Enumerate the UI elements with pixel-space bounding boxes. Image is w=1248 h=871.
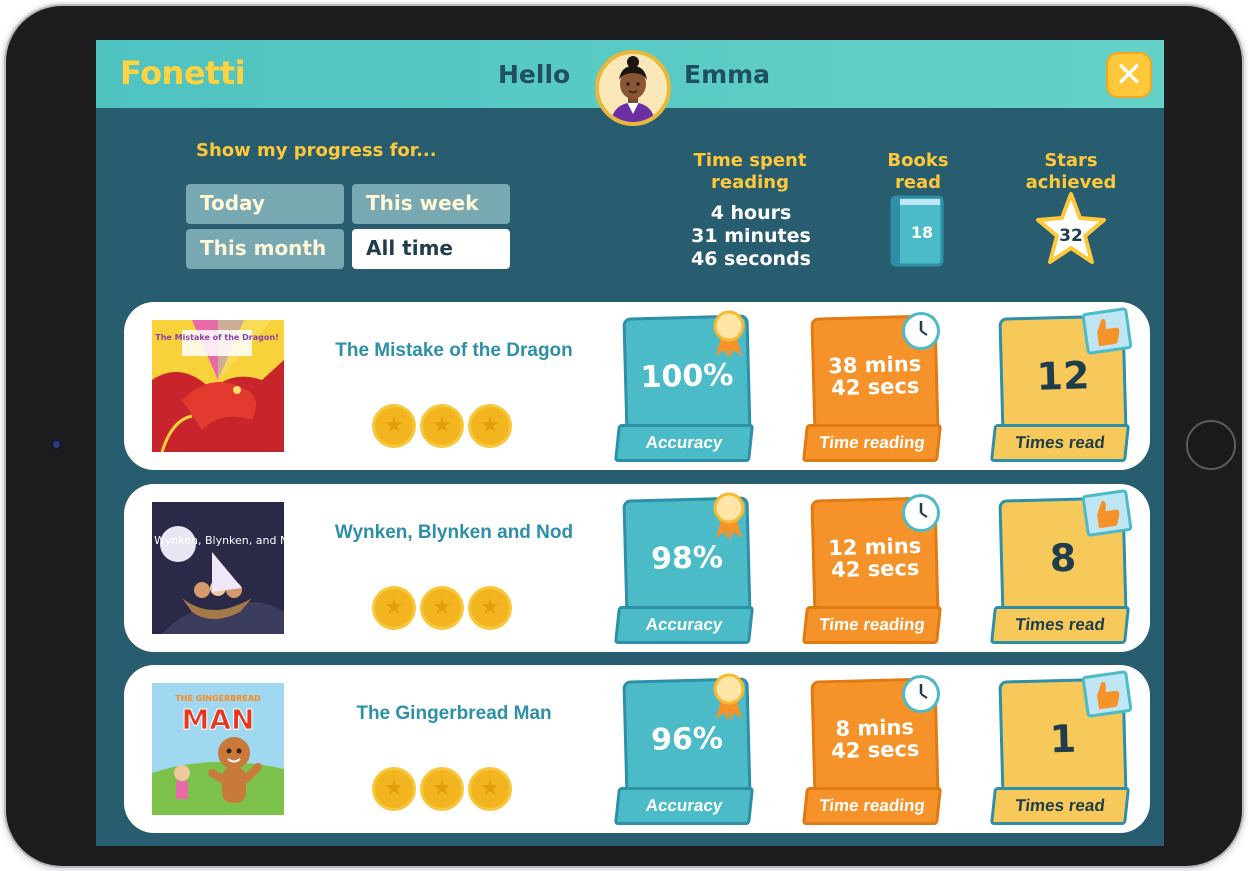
star-coin-icon: ★: [468, 404, 512, 448]
time-reading-label: Time reading: [802, 424, 942, 462]
times-read-label: Times read: [990, 424, 1130, 462]
greeting-text: Hello: [498, 60, 571, 89]
book-title: The Gingerbread Man: [356, 703, 552, 724]
time-secs: 42 secs: [830, 736, 920, 764]
star-coin-icon: ★: [372, 404, 416, 448]
book-cover-dragon: The Mistake of the Dragon!: [152, 320, 284, 452]
close-button[interactable]: ✕: [1106, 52, 1152, 98]
accuracy-label: Accuracy: [614, 606, 754, 644]
times-read-tile: 8 Times read: [990, 489, 1133, 648]
time-reading-tile: 38 mins 42 secs Time reading: [802, 312, 942, 466]
clock-icon: [902, 312, 940, 350]
app-logo: Fonetti: [120, 54, 246, 92]
times-read-tile: 12 Times read: [990, 307, 1133, 466]
filter-this-month-button[interactable]: This month: [186, 229, 344, 269]
book-title: The Mistake of the Dragon: [335, 340, 573, 361]
times-read-tile: 1 Times read: [990, 670, 1133, 829]
app-screen: Fonetti Hello Emma ✕ Show my progress fo…: [96, 40, 1164, 846]
accuracy-label: Accuracy: [614, 787, 754, 825]
time-secs: 42 secs: [830, 555, 920, 583]
book-card[interactable]: Wynken, Blynken, and Nod Wynken, Blynken…: [124, 484, 1150, 652]
star-coin-icon: ★: [420, 404, 464, 448]
book-cover-gingerbread: THE GINGERBREAD MAN: [152, 683, 284, 815]
thumbs-up-icon: [1081, 489, 1133, 537]
gingerbread-cover-subtitle: THE GINGERBREAD: [175, 694, 261, 703]
book-card[interactable]: The Mistake of the Dragon! The Mistake o…: [124, 302, 1150, 470]
time-hours: 4 hours: [710, 202, 792, 224]
thumbs-up-icon: [1081, 307, 1133, 355]
times-read-label: Times read: [990, 606, 1130, 644]
ribbon-icon: [713, 673, 745, 721]
time-minutes: 31 minutes: [691, 225, 811, 247]
accuracy-tile: 98% Accuracy: [614, 492, 754, 648]
star-coin-icon: ★: [468, 586, 512, 630]
wynken-cover-title: Wynken, Blynken, and Nod: [154, 534, 284, 547]
book-card[interactable]: THE GINGERBREAD MAN The Gingerbread Man …: [124, 665, 1150, 833]
star-coin-icon: ★: [468, 767, 512, 811]
stars-achieved-count: 32: [1059, 226, 1083, 246]
time-reading-label: Time reading: [802, 787, 942, 825]
accuracy-tile: 96% Accuracy: [614, 673, 754, 829]
time-secs: 42 secs: [830, 373, 920, 401]
home-button[interactable]: [1186, 420, 1236, 470]
stars-achieved-title: Stars achieved: [1025, 150, 1117, 193]
time-spent-values: 4 hours 31 minutes 46 seconds: [676, 202, 826, 271]
avatar: [595, 50, 671, 126]
star-coin-icon: ★: [420, 586, 464, 630]
gingerbread-cover-title: MAN: [182, 703, 255, 736]
ribbon-icon: [713, 310, 745, 358]
user-name: Emma: [684, 60, 771, 89]
progress-filter-label: Show my progress for...: [196, 140, 437, 161]
star-coin-icon: ★: [420, 767, 464, 811]
book-stars: ★ ★ ★: [372, 586, 512, 630]
time-reading-label: Time reading: [802, 606, 942, 644]
clock-icon: [902, 675, 940, 713]
times-read-label: Times read: [990, 787, 1130, 825]
book-stars: ★ ★ ★: [372, 767, 512, 811]
books-read-count: 18: [910, 223, 934, 242]
book-title: Wynken, Blynken and Nod: [334, 522, 574, 543]
book-cover-wynken: Wynken, Blynken, and Nod: [152, 502, 284, 634]
time-spent-title: Time spent reading: [693, 150, 807, 193]
time-reading-tile: 8 mins 42 secs Time reading: [802, 675, 942, 829]
avatar-icon: [599, 54, 667, 122]
dragon-cover-image: The Mistake of the Dragon!: [152, 320, 284, 452]
thumbs-up-icon: [1081, 670, 1133, 718]
gingerbread-cover-image: THE GINGERBREAD MAN: [152, 683, 284, 815]
books-read-title: Books read: [887, 150, 949, 193]
wynken-cover-image: Wynken, Blynken, and Nod: [152, 502, 284, 634]
ribbon-icon: [713, 492, 745, 540]
filter-today-button[interactable]: Today: [186, 184, 344, 224]
accuracy-tile: 100% Accuracy: [614, 310, 754, 466]
filter-this-week-button[interactable]: This week: [352, 184, 510, 224]
accuracy-label: Accuracy: [614, 424, 754, 462]
clock-icon: [902, 494, 940, 532]
star-coin-icon: ★: [372, 767, 416, 811]
book-stars: ★ ★ ★: [372, 404, 512, 448]
time-seconds: 46 seconds: [690, 248, 811, 270]
time-reading-tile: 12 mins 42 secs Time reading: [802, 494, 942, 648]
dragon-cover-title: The Mistake of the Dragon!: [155, 333, 278, 342]
filter-all-time-button[interactable]: All time: [352, 229, 510, 269]
camera-icon: [51, 439, 62, 450]
star-coin-icon: ★: [372, 586, 416, 630]
